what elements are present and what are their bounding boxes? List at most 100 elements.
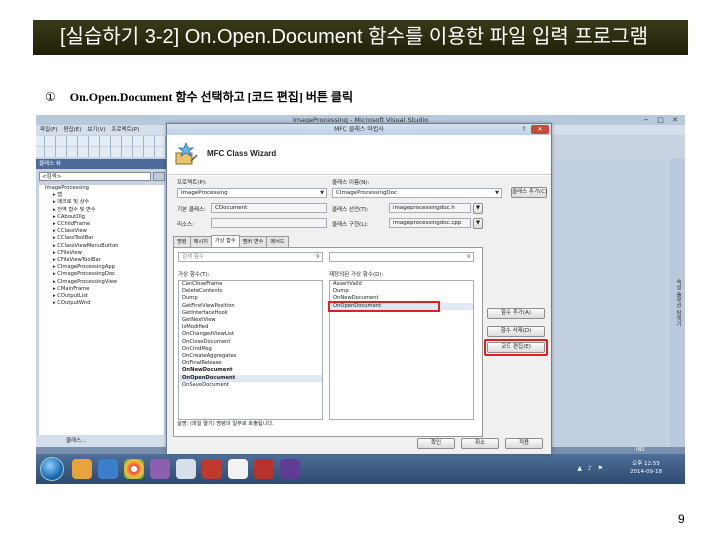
virtual-functions-list[interactable]: CanCloseFrame DeleteContents Dump GetFirstV… (178, 280, 323, 420)
virtual-function-item[interactable]: OnCmdMsg (179, 346, 322, 353)
overridden-function-item[interactable]: AssertValid (330, 281, 473, 288)
base-class-label: 기본 클래스: (177, 207, 206, 213)
folder-icon[interactable] (72, 459, 92, 479)
virtual-functions-panel: 검색 함수 ⚲ ⚲ 가상 함수(T): 재정의된 가상 함수(D): CanClo… (173, 247, 483, 437)
app2-icon[interactable] (254, 459, 274, 479)
tree-item[interactable]: ▸ CImageProcessingApp (39, 264, 164, 271)
tree-item[interactable]: ▸ 매크로 및 상수 (39, 199, 164, 206)
vs-toolbar-2[interactable] (36, 147, 166, 157)
class-implementation-field: imageprocessingdoc.cpp (389, 218, 471, 228)
tab-methods[interactable]: 메서드 (266, 236, 289, 247)
visual-studio-icon[interactable] (280, 459, 300, 479)
wizard-title-bar: MFC 클래스 마법사 (167, 124, 551, 135)
page-number: 9 (678, 512, 685, 526)
class-view-header: 클래스 뷰 (36, 159, 166, 169)
function-description: 설명: (파일 열기) 명령의 일부로 호출됩니다. (177, 421, 274, 427)
virtual-function-item[interactable]: OnNewDocument (179, 367, 322, 374)
tree-item[interactable]: ▸ 전역 함수 및 변수 (39, 207, 164, 214)
tab-commands[interactable]: 명령 (173, 236, 191, 247)
function-search-input[interactable]: 검색 함수 ⚲ (178, 252, 323, 262)
virtual-function-item[interactable]: OnCreateAggregates (179, 353, 322, 360)
tree-item[interactable]: ▸ CClassViewMenuButton (39, 243, 164, 250)
tree-item[interactable]: ▸ CFileView (39, 250, 164, 257)
class-implementation-label: 클래스 구현(L): (332, 222, 369, 228)
tree-item[interactable]: ▸ CFileViewToolBar (39, 257, 164, 264)
virtual-function-item[interactable]: OnFinalRelease (179, 360, 322, 367)
windows-taskbar: ▲ ♪ ⚑ 오후 12:55 2014-09-18 (36, 454, 685, 484)
menu-file[interactable]: 파일(F) (40, 125, 58, 135)
windows-start-icon[interactable] (40, 457, 64, 481)
tree-item[interactable]: ▸ CImageProcessingView (39, 279, 164, 286)
browser-icon[interactable] (98, 459, 118, 479)
chrome-icon[interactable] (124, 459, 144, 479)
taskbar-clock[interactable]: 오후 12:55 2014-09-18 (611, 460, 681, 476)
help-icon[interactable]: ? (519, 125, 529, 134)
chevron-down-icon[interactable]: ▼ (318, 189, 326, 197)
class-view-search[interactable]: <검색> (39, 172, 151, 181)
virtual-function-item[interactable]: CanCloseFrame (179, 281, 322, 288)
virtual-function-item[interactable]: GetInterfaceHook (179, 310, 322, 317)
step-text: On.Open.Document 함수 선택하고 [코드 편집] 버튼 클릭 (69, 90, 353, 104)
tree-item[interactable]: ▸ COutputList (39, 293, 164, 300)
virtual-function-item[interactable]: OnSaveDocument (179, 382, 322, 389)
tree-item[interactable]: ▸ CClassToolBar (39, 235, 164, 242)
close-icon[interactable]: ✕ (531, 125, 549, 134)
cancel-button[interactable]: 취소 (461, 438, 499, 449)
wizard-heading: MFC Class Wizard (207, 149, 277, 158)
system-tray[interactable]: ▲ ♪ ⚑ (577, 465, 605, 472)
class-declaration-browse[interactable]: ▼ (473, 203, 483, 214)
add-function-button[interactable]: 함수 추가(A) (487, 308, 545, 319)
paint-icon[interactable] (176, 459, 196, 479)
class-implementation-browse[interactable]: ▼ (473, 218, 483, 229)
tree-item[interactable]: ▸ CAboutDlg (39, 214, 164, 221)
class-name-combo[interactable]: CImageProcessingDoc ▼ (332, 188, 502, 198)
delete-function-button[interactable]: 함수 삭제(D) (487, 326, 545, 337)
class-view-search-buttons[interactable] (153, 172, 165, 181)
app-icon[interactable] (150, 459, 170, 479)
virtual-function-item[interactable]: OnOpenDocument (179, 374, 322, 382)
tab-virtual-functions[interactable]: 가상 함수 (210, 235, 240, 247)
search-icon[interactable]: ⚲ (465, 253, 473, 261)
apply-button[interactable]: 적용 (505, 438, 543, 449)
tree-item[interactable]: ▸ CImageProcessingDoc (39, 271, 164, 278)
mfc-class-wizard-dialog: MFC 클래스 마법사 ? ✕ MFC Class Wizard 프로젝트(P)… (166, 123, 552, 454)
project-label: 프로젝트(P): (177, 180, 207, 186)
edit-code-highlight (484, 339, 548, 356)
virtual-function-item[interactable]: OnChangedViewList (179, 331, 322, 338)
chevron-down-icon[interactable]: ▼ (493, 189, 501, 197)
menu-edit[interactable]: 편집(E) (64, 125, 82, 135)
vs-toolbar-1[interactable] (36, 136, 166, 146)
acrobat-icon[interactable] (202, 459, 222, 479)
step-number: ① (45, 90, 56, 104)
ok-button[interactable]: 확인 (417, 438, 455, 449)
menu-view[interactable]: 보기(V) (87, 125, 105, 135)
virtual-function-item[interactable]: DeleteContents (179, 288, 322, 295)
virtual-function-item[interactable]: IsModified (179, 324, 322, 331)
override-search-input[interactable]: ⚲ (329, 252, 474, 262)
virtual-function-item[interactable]: Dump (179, 295, 322, 302)
virtual-function-item[interactable]: OnCloseDocument (179, 339, 322, 346)
tab-member-variables[interactable]: 멤버 변수 (238, 236, 268, 247)
project-combo[interactable]: ImageProcessing ▼ (177, 188, 327, 198)
tree-item[interactable]: ▸ CMainFrame (39, 286, 164, 293)
document-icon[interactable] (228, 459, 248, 479)
add-class-button[interactable]: 클래스 추가(C) (511, 187, 547, 198)
virtual-function-item[interactable]: GetFirstViewPosition (179, 303, 322, 310)
class-view-tab[interactable]: 클래스... (36, 435, 166, 447)
overridden-function-item[interactable]: Dump (330, 288, 473, 295)
search-icon[interactable]: ⚲ (314, 253, 322, 261)
tab-messages[interactable]: 메시지 (189, 236, 212, 247)
status-ins: INS (636, 447, 645, 453)
virtual-function-item[interactable]: GetNextView (179, 317, 322, 324)
highlight-box (328, 300, 440, 312)
slide-title: [실습하기 3-2] On.Open.Document 함수를 이용한 파일 입… (33, 20, 688, 55)
class-name-label: 클래스 이름(N): (332, 180, 370, 186)
overridden-functions-label: 재정의된 가상 함수(D): (329, 272, 384, 278)
tree-item[interactable]: ▸ COutputWnd (39, 300, 164, 307)
vs-side-tabs[interactable]: 속성 솔루션 탐색기 (670, 159, 685, 447)
menu-project[interactable]: 프로젝트(P) (111, 125, 139, 135)
tree-item[interactable]: ▸ CClassView (39, 228, 164, 235)
tree-item[interactable]: ▸ CChildFrame (39, 221, 164, 228)
vs-window-controls[interactable]: − □ ✕ (643, 115, 681, 125)
class-declaration-field: imageprocessingdoc.h (389, 203, 471, 213)
